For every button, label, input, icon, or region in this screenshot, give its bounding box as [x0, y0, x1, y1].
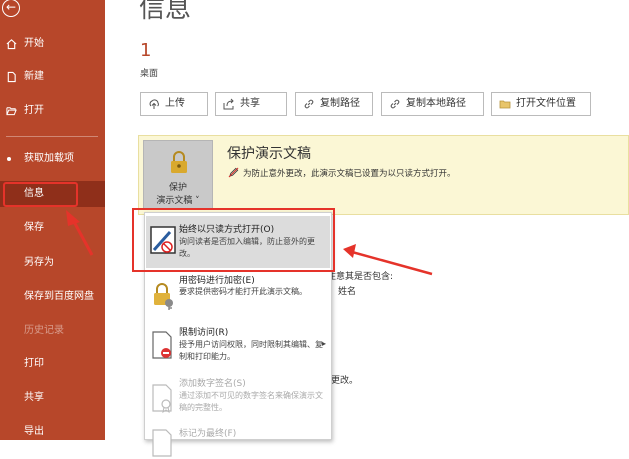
menu-item-title: 用密码进行加密(E)	[179, 276, 255, 286]
menu-item-encrypt-password[interactable]: 用密码进行加密(E) 要求提供密码才能打开此演示文稿。	[146, 271, 330, 323]
sidebar-item-home[interactable]: 开始	[0, 31, 105, 57]
upload-icon	[149, 99, 159, 109]
sidebar-item-label: 打开	[24, 105, 44, 116]
sidebar-item-history: 历史记录	[0, 318, 105, 344]
sidebar-item-label: 获取加载项	[24, 153, 74, 164]
link-icon	[304, 99, 314, 109]
copy-path-button[interactable]: 复制路径	[295, 92, 373, 116]
highlight-box-read-only	[132, 208, 335, 272]
copy-path-label: 复制路径	[320, 98, 360, 109]
annotation-arrow-head	[343, 244, 356, 258]
menu-item-title: 标记为最终(F)	[179, 429, 237, 439]
protect-title: 保护演示文稿	[227, 146, 311, 162]
menu-item-restrict-access[interactable]: 限制访问(R) 授予用户访问权限，同时限制其编辑、复制和打印能力。 ▸	[146, 323, 330, 375]
protect-presentation-button[interactable]: 保护 演示文稿 ˅	[143, 140, 213, 210]
submenu-arrow-icon: ▸	[321, 339, 326, 348]
share-button[interactable]: 共享	[215, 92, 287, 116]
page-title: 信息	[139, 0, 192, 24]
menu-item-mark-as-final: 标记为最终(F)	[146, 425, 330, 457]
sidebar-item-label: 新建	[24, 71, 44, 82]
encrypt-lock-icon	[154, 283, 173, 310]
bullet-dot-icon	[7, 157, 11, 161]
file-name: 1	[140, 40, 152, 61]
sidebar-item-share[interactable]: 共享	[0, 385, 105, 411]
background-text: 更改。	[331, 376, 359, 386]
copy-local-path-button[interactable]: 复制本地路径	[381, 92, 484, 116]
sidebar-divider	[6, 136, 98, 137]
sidebar: ← 开始 新建 打开 获取加载项 信息 保存 另存为 保存到百度网盘 历史记录 …	[0, 0, 105, 440]
lock-icon	[171, 151, 187, 173]
menu-item-title: 限制访问(R)	[179, 328, 229, 338]
menu-item-desc: 要求提供密码才能打开此演示文稿。	[179, 287, 307, 296]
folder-open-icon	[6, 107, 17, 116]
sidebar-item-new[interactable]: 新建	[0, 64, 105, 90]
protect-button-label-2: 演示文稿 ˅	[156, 196, 200, 206]
open-file-location-label: 打开文件位置	[516, 98, 576, 109]
share-icon	[223, 98, 234, 110]
sidebar-item-save-to-baidu[interactable]: 保存到百度网盘	[0, 284, 105, 310]
upload-button[interactable]: 上传	[140, 92, 208, 116]
sidebar-item-print[interactable]: 打印	[0, 351, 105, 377]
link-icon	[390, 99, 400, 109]
background-text: 姓名	[338, 287, 357, 297]
restrict-access-icon	[152, 331, 172, 359]
sidebar-item-label: 导出	[24, 426, 44, 437]
new-file-icon	[7, 71, 16, 83]
menu-item-add-digital-signature: 添加数字签名(S) 通过添加不可见的数字签名来确保演示文稿的完整性。	[146, 376, 330, 426]
open-file-location-button[interactable]: 打开文件位置	[491, 92, 591, 116]
pencil-icon	[228, 167, 239, 178]
sidebar-item-label: 开始	[24, 38, 44, 49]
sidebar-item-label: 保存	[24, 222, 44, 233]
highlight-box-info	[3, 182, 78, 207]
mark-final-icon	[152, 429, 172, 457]
sidebar-item-label: 打印	[24, 358, 44, 369]
upload-label: 上传	[165, 98, 185, 109]
background-text: 注意其是否包含:	[327, 272, 394, 282]
protect-description: 为防止意外更改，此演示文稿已设置为以只读方式打开。	[243, 169, 456, 179]
sidebar-item-open[interactable]: 打开	[0, 98, 105, 124]
menu-item-title: 添加数字签名(S)	[179, 379, 246, 389]
digital-signature-icon	[152, 384, 172, 414]
sidebar-item-label: 另存为	[24, 257, 54, 268]
sidebar-item-label: 保存到百度网盘	[24, 291, 94, 302]
sidebar-item-get-addins[interactable]: 获取加载项	[0, 146, 105, 172]
folder-icon	[499, 100, 511, 109]
sidebar-item-label: 历史记录	[24, 325, 64, 336]
sidebar-item-save-as[interactable]: 另存为	[0, 250, 105, 276]
menu-item-desc: 授予用户访问权限，同时限制其编辑、复制和打印能力。	[179, 340, 323, 361]
home-icon	[6, 39, 17, 50]
sidebar-item-export[interactable]: 导出	[0, 419, 105, 445]
back-arrow-icon[interactable]: ←	[2, 0, 20, 17]
copy-local-path-label: 复制本地路径	[406, 98, 466, 109]
protect-button-label-1: 保护	[168, 183, 187, 193]
sidebar-item-label: 共享	[24, 392, 44, 403]
share-label: 共享	[240, 98, 260, 109]
sidebar-item-save[interactable]: 保存	[0, 215, 105, 241]
menu-item-desc: 通过添加不可见的数字签名来确保演示文稿的完整性。	[179, 391, 323, 412]
file-location: 桌面	[140, 69, 159, 79]
